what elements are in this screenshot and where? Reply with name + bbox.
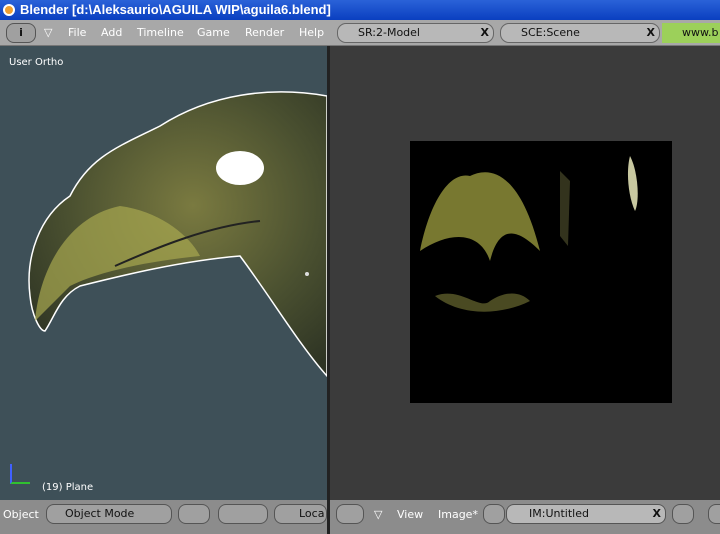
window-title: Blender [d:\Aleksaurio\AGUILA WIP\aguila… xyxy=(20,2,331,17)
blender-logo-icon xyxy=(3,4,15,16)
menu-file[interactable]: File xyxy=(68,26,86,39)
menu-view[interactable]: View xyxy=(397,508,423,521)
manipulator-hand-icon[interactable]: Loca xyxy=(274,504,327,524)
close-icon[interactable]: X xyxy=(481,24,489,42)
eagle-head-model xyxy=(28,91,327,378)
pin-icon[interactable] xyxy=(483,504,505,524)
menu-bar: i ▽ File Add Timeline Game Render Help S… xyxy=(0,20,720,46)
mode-selector[interactable]: Object Mode xyxy=(46,504,172,524)
menu-add[interactable]: Add xyxy=(101,26,122,39)
image-name: IM:Untitled xyxy=(529,507,589,520)
orientation-label: Loca xyxy=(299,507,325,520)
image-selector[interactable]: IM:Untitled X xyxy=(506,504,666,524)
title-bar: Blender [d:\Aleksaurio\AGUILA WIP\aguila… xyxy=(0,0,720,20)
mode-label: Object Mode xyxy=(65,507,135,520)
screen-selector[interactable]: SR:2-Model X xyxy=(337,23,494,43)
info-icon[interactable]: i xyxy=(6,23,36,43)
image-editor-header: ▽ View Image* IM:Untitled X xyxy=(330,500,720,534)
close-icon[interactable]: X xyxy=(653,505,661,523)
close-icon[interactable]: X xyxy=(647,24,655,42)
editor-type-icon[interactable] xyxy=(336,504,364,524)
menu-object[interactable]: Object xyxy=(3,508,39,521)
image-editor-area[interactable] xyxy=(330,46,720,500)
axis-gizmo-icon xyxy=(10,464,30,484)
menu-game[interactable]: Game xyxy=(197,26,230,39)
3d-viewport[interactable]: User Ortho (19) Plane xyxy=(0,46,327,500)
menu-help[interactable]: Help xyxy=(299,26,324,39)
link-text: www.b xyxy=(682,26,719,39)
pivot-icon[interactable] xyxy=(218,504,268,524)
scene-selector[interactable]: SCE:Scene X xyxy=(500,23,660,43)
shading-icon[interactable] xyxy=(178,504,210,524)
menu-timeline[interactable]: Timeline xyxy=(137,26,184,39)
menu-image[interactable]: Image* xyxy=(438,508,478,521)
menu-render[interactable]: Render xyxy=(245,26,284,39)
uv-texture-image xyxy=(410,141,672,403)
object-label: (19) Plane xyxy=(42,482,94,493)
3d-view-header: Object Object Mode Loca xyxy=(0,500,327,534)
pack-icon[interactable] xyxy=(672,504,694,524)
screen-name: SR:2-Model xyxy=(358,26,420,39)
dropdown-arrow-icon[interactable]: ▽ xyxy=(374,508,382,521)
website-link[interactable]: www.b xyxy=(662,23,720,43)
scene-name: SCE:Scene xyxy=(521,26,580,39)
texture-content xyxy=(420,156,638,312)
dropdown-arrow-icon[interactable]: ▽ xyxy=(44,26,52,39)
lock-icon[interactable] xyxy=(708,504,720,524)
